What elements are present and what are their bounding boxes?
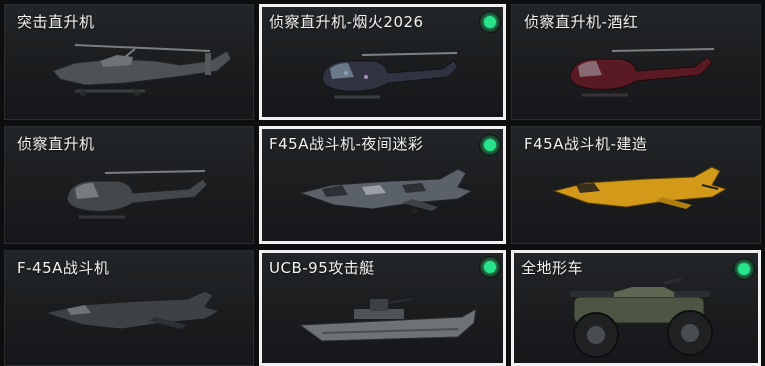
vehicle-card-attack-helicopter[interactable]: 突击直升机 xyxy=(4,4,254,120)
vehicle-card-attack-boat[interactable]: UCB-95攻击艇 xyxy=(259,250,506,366)
vehicle-card-fighter-night-camo[interactable]: F45A战斗机-夜间迷彩 xyxy=(259,126,506,244)
scout-helicopter-icon xyxy=(66,170,208,219)
vehicle-card-fighter-construction[interactable]: F45A战斗机-建造 xyxy=(511,126,761,244)
attack-helicopter-icon xyxy=(52,44,232,96)
vehicle-card-atv[interactable]: 全地形车 xyxy=(511,250,761,366)
attack-boat-icon xyxy=(298,298,477,342)
vehicle-card-scout-helicopter[interactable]: 侦察直升机 xyxy=(4,126,254,244)
scout-helicopter-fireworks-icon xyxy=(321,52,459,99)
fighter-jet-icon xyxy=(43,290,221,330)
fighter-jet-night-camo-icon xyxy=(298,168,474,214)
vehicle-card-scout-helicopter-burgundy[interactable]: 侦察直升机-酒红 xyxy=(511,4,761,120)
scout-helicopter-burgundy-icon xyxy=(569,48,715,97)
vehicle-card-fighter[interactable]: F-45A战斗机 xyxy=(4,250,254,366)
vehicle-card-scout-helicopter-fireworks[interactable]: 侦察直升机-烟火2026 xyxy=(259,4,506,120)
atv-icon xyxy=(570,277,713,358)
fighter-jet-construction-icon xyxy=(552,166,728,209)
vehicle-skin-grid: 突击直升机 侦察直升机-烟火2026 侦察直升机-酒红 侦察直升机 F45A战斗… xyxy=(0,0,765,366)
